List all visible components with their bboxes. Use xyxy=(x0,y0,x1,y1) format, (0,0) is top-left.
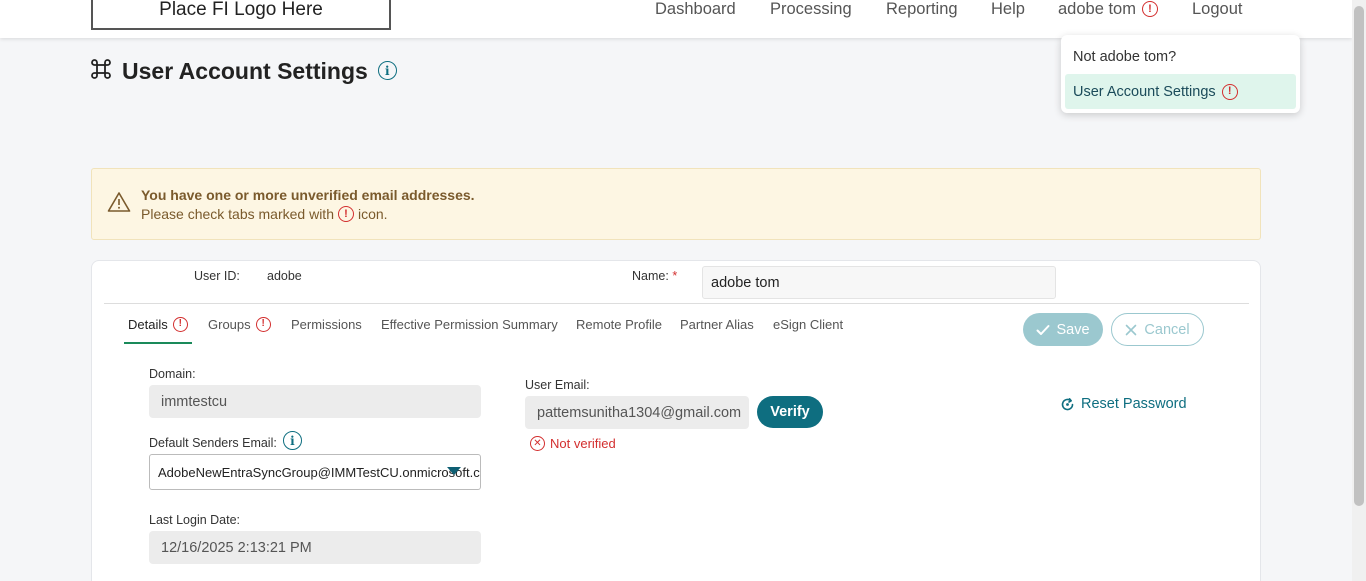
tab-groups[interactable]: Groups ! xyxy=(208,315,271,333)
page-scrollbar[interactable] xyxy=(1352,0,1366,581)
user-dropdown-menu: Not adobe tom? User Account Settings ! xyxy=(1061,35,1300,113)
alert-title: You have one or more unverified email ad… xyxy=(141,187,475,203)
not-verified-text: Not verified xyxy=(550,436,616,451)
user-id-label: User ID: xyxy=(194,269,240,283)
tab-details[interactable]: Details ! xyxy=(128,315,188,333)
close-icon xyxy=(1125,324,1137,336)
logo-text: Place FI Logo Here xyxy=(159,0,323,20)
tab-effective-permission-summary[interactable]: Effective Permission Summary xyxy=(381,315,558,333)
scrollbar-thumb[interactable] xyxy=(1354,6,1364,506)
name-field[interactable]: adobe tom xyxy=(702,266,1056,299)
warning-triangle-icon xyxy=(107,191,131,218)
active-tab-indicator xyxy=(124,342,192,344)
settings-command-icon xyxy=(90,58,112,85)
tab-label: Groups xyxy=(208,316,251,332)
save-button[interactable]: Save xyxy=(1023,313,1103,346)
warning-icon: ! xyxy=(172,316,188,332)
warning-icon: ! xyxy=(1221,83,1238,100)
menu-item-label: User Account Settings xyxy=(1073,83,1216,100)
tab-permissions[interactable]: Permissions xyxy=(291,315,362,333)
cancel-label: Cancel xyxy=(1144,321,1190,338)
reset-icon xyxy=(1060,397,1075,412)
nav-user-label: adobe tom xyxy=(1058,0,1136,18)
domain-field: immtestcu xyxy=(149,385,481,418)
user-account-card: User ID: adobe Name: * adobe tom Details… xyxy=(91,260,1261,581)
error-icon: ✕ xyxy=(530,436,545,451)
user-email-label: User Email: xyxy=(525,378,590,392)
last-login-field: 12/16/2025 2:13:21 PM xyxy=(149,531,481,564)
nav-processing[interactable]: Processing xyxy=(770,0,852,20)
default-senders-label: Default Senders Email: xyxy=(149,436,277,450)
chevron-down-icon[interactable] xyxy=(447,467,461,475)
nav-logout[interactable]: Logout xyxy=(1192,0,1242,20)
info-icon[interactable]: i xyxy=(377,61,397,80)
last-login-label: Last Login Date: xyxy=(149,513,241,527)
not-verified-status: ✕ Not verified xyxy=(530,436,616,451)
top-navbar: Place FI Logo Here Dashboard Processing … xyxy=(0,0,1352,38)
name-label: Name: * xyxy=(632,269,677,283)
alert-message-end: icon. xyxy=(357,206,388,222)
logo-placeholder[interactable]: Place FI Logo Here xyxy=(91,0,391,30)
unverified-email-alert: You have one or more unverified email ad… xyxy=(91,168,1261,240)
nav-user-menu[interactable]: adobe tom ! xyxy=(1058,0,1158,20)
info-icon[interactable]: i xyxy=(282,431,302,450)
save-label: Save xyxy=(1056,321,1090,338)
warning-icon: ! xyxy=(337,206,354,222)
domain-label: Domain: xyxy=(149,367,196,381)
reset-password-link[interactable]: Reset Password xyxy=(1060,396,1187,412)
check-icon xyxy=(1036,324,1050,336)
default-senders-label-row: Default Senders Email: i xyxy=(149,431,302,450)
tab-label: Details xyxy=(128,316,168,332)
verify-button[interactable]: Verify xyxy=(757,396,823,428)
name-label-text: Name: xyxy=(632,269,669,283)
nav-help[interactable]: Help xyxy=(991,0,1025,20)
user-id-value: adobe xyxy=(267,269,302,283)
nav-dashboard[interactable]: Dashboard xyxy=(655,0,736,20)
tab-remote-profile[interactable]: Remote Profile xyxy=(576,315,662,333)
nav-reporting[interactable]: Reporting xyxy=(886,0,958,20)
required-marker: * xyxy=(672,269,678,283)
warning-icon: ! xyxy=(255,316,271,332)
reset-password-label: Reset Password xyxy=(1081,396,1187,412)
tab-partner-alias[interactable]: Partner Alias xyxy=(680,315,754,333)
menu-item-not-user[interactable]: Not adobe tom? xyxy=(1065,39,1296,74)
alert-message: Please check tabs marked with ! icon. xyxy=(141,206,388,222)
menu-item-user-account-settings[interactable]: User Account Settings ! xyxy=(1065,74,1296,109)
page-header: User Account Settings i xyxy=(90,58,397,85)
tab-esign-client[interactable]: eSign Client xyxy=(773,315,843,333)
header-divider xyxy=(104,303,1249,304)
page-title: User Account Settings xyxy=(122,58,368,84)
warning-icon: ! xyxy=(1141,1,1158,17)
user-email-field[interactable]: pattemsunitha1304@gmail.com xyxy=(525,396,749,429)
default-senders-select[interactable]: AdobeNewEntraSyncGroup@IMMTestCU.onmicro… xyxy=(149,454,481,490)
cancel-button[interactable]: Cancel xyxy=(1111,313,1204,346)
alert-message-start: Please check tabs marked with xyxy=(141,206,334,222)
